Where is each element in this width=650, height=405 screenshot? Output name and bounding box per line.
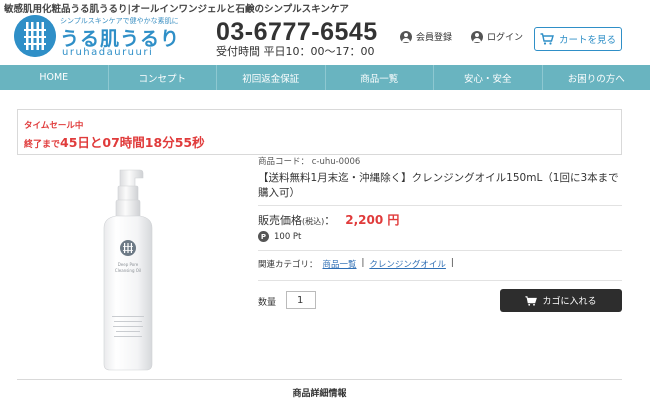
business-hours: 受付時間 平日10：00～17：00 (216, 45, 375, 58)
cart-icon (540, 33, 554, 45)
sale-countdown: 終了まで45日と07時間18分55秒 (24, 132, 205, 151)
price-colon: ： (324, 214, 336, 227)
divider (258, 280, 622, 281)
member-register-link[interactable]: 会員登録 (400, 30, 452, 43)
logo-romaji: uruhadauruuri (62, 47, 154, 58)
login-label: ログイン (487, 33, 524, 43)
points-value: 100 Pt (274, 231, 302, 242)
price-row: 販売価格 (税込)： 2,200 円 (258, 211, 399, 228)
countdown-prefix: 終了まで (24, 140, 61, 150)
product-image[interactable]: Deep Pore Cleansing Oil (96, 166, 158, 372)
countdown-value: 45日と07時間18分55秒 (60, 135, 205, 150)
tax-label: (税込) (302, 217, 325, 226)
category-link-cleansing-oil[interactable]: クレンジングオイル (369, 258, 446, 270)
user-icon (471, 30, 483, 43)
site-tagline: 敏感肌用化粧品うる肌うるり|オールインワンジェルと石鹸のシンプルスキンケア (4, 4, 349, 15)
login-link[interactable]: ログイン (471, 30, 523, 43)
nav-item-safety[interactable]: 安心・安全 (434, 65, 543, 90)
main-nav: HOME コンセプト 初回返金保証 商品一覧 安心・安全 お困りの方へ (0, 65, 650, 90)
product-details-tab[interactable]: 商品詳細情報 (17, 379, 622, 405)
logo-mark-icon (14, 15, 56, 57)
quantity-input[interactable] (286, 291, 316, 309)
add-to-cart-label: カゴに入れる (542, 297, 597, 307)
nav-item-refund-guarantee[interactable]: 初回返金保証 (217, 65, 326, 90)
product-name: 【送料無料1月末迄・沖縄除く】クレンジングオイル150mL（1回に3本まで購入可… (258, 172, 619, 199)
view-cart-button[interactable]: カートを見る (534, 27, 622, 51)
product-price: 2,200 円 (345, 213, 400, 227)
category-separator: | (361, 258, 365, 268)
bottle-label-line-1: Deep Pore (118, 262, 139, 267)
add-to-cart-button[interactable]: カゴに入れる (500, 289, 622, 312)
category-label: 関連カテゴリ： (258, 260, 318, 270)
nav-item-help[interactable]: お困りの方へ (543, 65, 650, 90)
points-icon: P (258, 231, 269, 242)
divider (258, 205, 622, 206)
time-sale-label: タイムセール中 (24, 121, 84, 131)
bottle-label-line-2: Cleansing Oil (115, 268, 141, 273)
divider (258, 250, 622, 251)
price-label: 販売価格 (258, 214, 302, 227)
category-link-products[interactable]: 商品一覧 (323, 258, 357, 270)
points-row: P 100 Pt (258, 231, 301, 242)
site-logo[interactable]: シンプルスキンケアで健やかな素肌に うる肌うるり uruhadauruuri (14, 15, 179, 61)
product-code: 商品コード： c-uhu-0006 (258, 157, 361, 167)
nav-item-products[interactable]: 商品一覧 (326, 65, 434, 90)
category-separator: | (450, 258, 454, 268)
quantity-label: 数量 (258, 298, 277, 308)
view-cart-label: カートを見る (558, 35, 616, 46)
nav-item-home[interactable]: HOME (0, 65, 109, 90)
member-register-label: 会員登録 (416, 33, 453, 43)
nav-item-concept[interactable]: コンセプト (109, 65, 217, 90)
user-icon (400, 30, 412, 43)
cart-icon (525, 295, 538, 306)
related-categories: 関連カテゴリ： 商品一覧 | クレンジングオイル | (258, 258, 454, 270)
time-sale-banner: タイムセール中 終了まで45日と07時間18分55秒 (17, 109, 622, 155)
